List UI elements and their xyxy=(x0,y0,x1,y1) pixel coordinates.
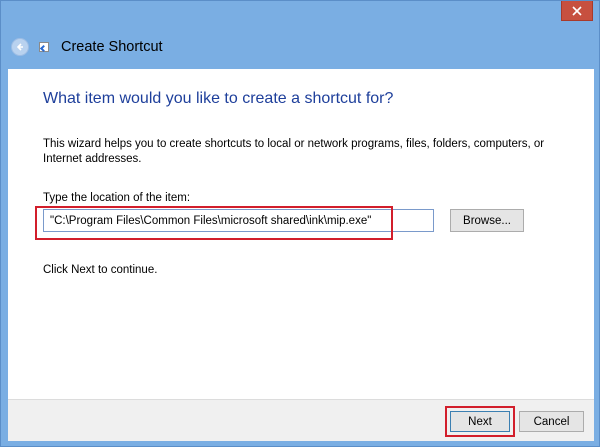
location-input[interactable] xyxy=(43,209,434,232)
back-arrow-icon xyxy=(16,43,23,51)
wizard-window: Create Shortcut What item would you like… xyxy=(0,0,600,447)
location-label: Type the location of the item: xyxy=(43,192,191,204)
next-hint-text: Click Next to continue. xyxy=(43,264,158,276)
close-button[interactable] xyxy=(561,1,593,21)
next-button[interactable]: Next xyxy=(450,411,510,432)
browse-button[interactable]: Browse... xyxy=(450,209,524,232)
cancel-button[interactable]: Cancel xyxy=(519,411,584,432)
back-button[interactable] xyxy=(11,38,29,56)
wizard-description: This wizard helps you to create shortcut… xyxy=(43,138,545,165)
shortcut-icon xyxy=(39,42,49,53)
title-bar: Create Shortcut xyxy=(1,25,600,69)
wizard-content: What item would you like to create a sho… xyxy=(8,69,594,399)
close-icon xyxy=(572,5,582,16)
page-heading: What item would you like to create a sho… xyxy=(43,90,394,107)
window-title: Create Shortcut xyxy=(61,39,163,55)
wizard-footer: Next Cancel xyxy=(8,399,594,441)
